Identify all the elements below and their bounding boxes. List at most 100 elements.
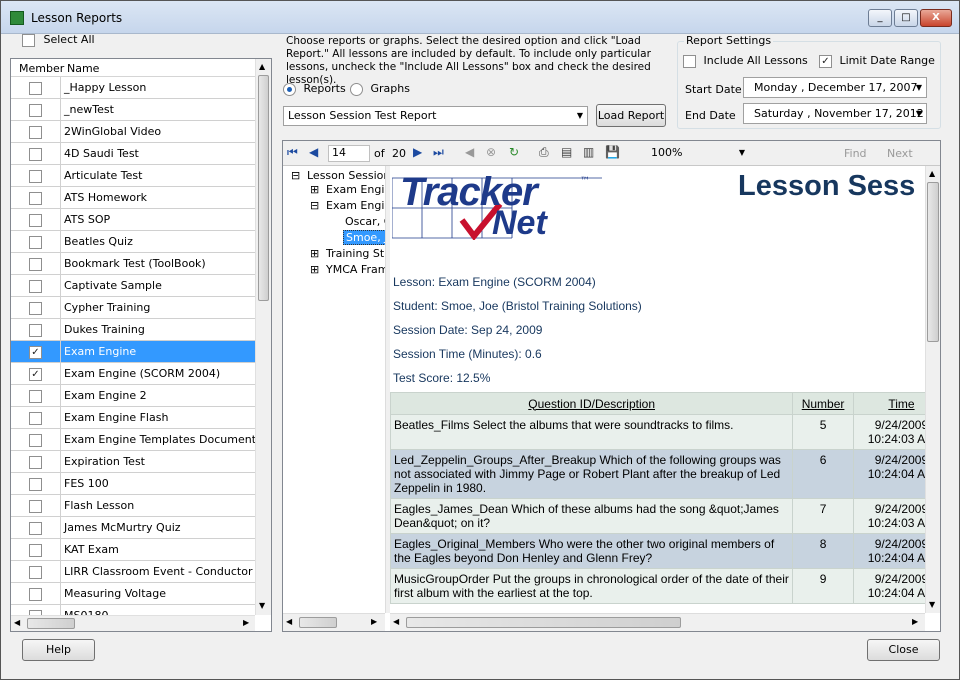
lesson-row[interactable]: FES 100: [11, 473, 255, 495]
lesson-member-cell[interactable]: [11, 429, 61, 450]
report-hscroll[interactable]: ◀ ▶: [390, 613, 925, 631]
lesson-list-hscroll-thumb[interactable]: [27, 618, 75, 629]
header-time[interactable]: Time: [852, 392, 925, 415]
lesson-row[interactable]: LIRR Classroom Event - Conductor Leve: [11, 561, 271, 583]
graphs-radio-dot[interactable]: [350, 82, 363, 96]
print-icon[interactable]: ⎙: [539, 145, 549, 160]
lesson-checkbox[interactable]: [29, 147, 42, 161]
lesson-checkbox[interactable]: [29, 279, 42, 293]
lesson-checkbox[interactable]: ✓: [29, 367, 42, 381]
last-page-icon[interactable]: ⏭: [433, 145, 444, 160]
lesson-row[interactable]: Beatles Quiz: [11, 231, 255, 253]
lesson-checkbox[interactable]: [29, 455, 42, 469]
tree-hscroll-thumb[interactable]: [299, 617, 337, 628]
lesson-member-cell[interactable]: [11, 121, 61, 142]
lesson-member-cell[interactable]: [11, 165, 61, 186]
graphs-radio[interactable]: Graphs: [350, 82, 410, 96]
scroll-left-icon[interactable]: ◀: [393, 617, 399, 626]
document-map-tree[interactable]: ⊟ Lesson Session ⊞ Exam Engin ⊟ Exam Eng…: [283, 166, 385, 613]
lesson-row[interactable]: Flash Lesson: [11, 495, 255, 517]
lesson-checkbox[interactable]: [29, 543, 42, 557]
start-date-picker[interactable]: Monday , December 17, 2007 ▼: [743, 77, 927, 98]
report-vscroll-thumb[interactable]: [927, 182, 939, 342]
lesson-checkbox[interactable]: [29, 411, 42, 425]
scroll-up-icon[interactable]: ▲: [259, 62, 265, 71]
lesson-row[interactable]: ATS SOP: [11, 209, 255, 231]
start-date-dropdown-icon[interactable]: ▼: [916, 78, 922, 97]
select-all-box[interactable]: [22, 33, 35, 47]
scroll-up-icon[interactable]: ▲: [929, 169, 935, 178]
chevron-down-icon[interactable]: ▼: [577, 107, 583, 125]
page-number-input[interactable]: 14: [328, 145, 370, 162]
scroll-right-icon[interactable]: ▶: [243, 618, 249, 627]
lesson-member-cell[interactable]: ✓: [11, 363, 61, 384]
lesson-member-cell[interactable]: [11, 517, 61, 538]
lesson-list-hscroll[interactable]: ◀ ▶: [11, 615, 255, 631]
tree-node[interactable]: Exam Engin: [326, 183, 385, 196]
refresh-icon[interactable]: ↻: [509, 145, 519, 159]
lesson-row[interactable]: ✓ Exam Engine (SCORM 2004): [11, 363, 255, 385]
include-all-checkbox[interactable]: Include All Lessons: [683, 54, 808, 68]
tree-node[interactable]: Training Stu: [326, 247, 385, 260]
scroll-right-icon[interactable]: ▶: [371, 617, 377, 626]
lesson-row[interactable]: ATS Homework: [11, 187, 255, 209]
next-page-icon[interactable]: ▶: [413, 145, 422, 159]
lesson-row[interactable]: Bookmark Test (ToolBook): [11, 253, 255, 275]
lesson-row[interactable]: _Happy Lesson: [11, 77, 255, 99]
lesson-checkbox[interactable]: ✓: [29, 345, 42, 359]
reports-radio-dot[interactable]: [283, 82, 296, 96]
lesson-checkbox[interactable]: [29, 477, 42, 491]
zoom-dropdown-icon[interactable]: ▼: [739, 144, 745, 161]
lesson-member-cell[interactable]: [11, 209, 61, 230]
report-vscroll[interactable]: ▲ ▼: [925, 166, 940, 613]
lesson-checkbox[interactable]: [29, 323, 42, 337]
lesson-member-cell[interactable]: [11, 583, 61, 604]
tree-node[interactable]: Exam Engin: [326, 199, 385, 212]
lesson-row[interactable]: ✓ Exam Engine: [11, 341, 255, 363]
tree-expand-icon[interactable]: ⊞: [310, 183, 319, 196]
print-layout-icon[interactable]: ▤: [561, 145, 572, 159]
tree-root[interactable]: Lesson Session: [307, 169, 385, 182]
minimize-button[interactable]: _: [868, 9, 892, 27]
scroll-down-icon[interactable]: ▼: [259, 601, 265, 610]
lesson-checkbox[interactable]: [29, 257, 42, 271]
next-link[interactable]: Next: [887, 147, 913, 160]
report-hscroll-thumb[interactable]: [406, 617, 681, 628]
lesson-member-cell[interactable]: [11, 451, 61, 472]
find-link[interactable]: Find: [844, 147, 867, 160]
scroll-down-icon[interactable]: ▼: [929, 600, 935, 609]
lesson-row[interactable]: 2WinGlobal Video: [11, 121, 255, 143]
back-icon[interactable]: ◀: [465, 145, 474, 159]
lesson-row[interactable]: Articulate Test: [11, 165, 255, 187]
lesson-member-cell[interactable]: [11, 319, 61, 340]
maximize-button[interactable]: □: [894, 9, 918, 27]
lesson-checkbox[interactable]: [29, 103, 42, 117]
lesson-row[interactable]: Exam Engine 2: [11, 385, 255, 407]
lesson-checkbox[interactable]: [29, 81, 42, 95]
lesson-member-cell[interactable]: [11, 539, 61, 560]
export-icon[interactable]: 💾: [605, 145, 620, 159]
lesson-row[interactable]: James McMurtry Quiz: [11, 517, 255, 539]
lesson-list-vscroll-thumb[interactable]: [258, 75, 269, 301]
lesson-checkbox[interactable]: [29, 125, 42, 139]
lesson-checkbox[interactable]: [29, 521, 42, 535]
lesson-member-cell[interactable]: [11, 561, 61, 582]
header-question[interactable]: Question ID/Description: [390, 392, 794, 415]
close-button[interactable]: Close: [867, 639, 940, 661]
lesson-member-cell[interactable]: [11, 231, 61, 252]
reports-radio[interactable]: Reports: [283, 82, 346, 96]
lesson-checkbox[interactable]: [29, 169, 42, 183]
lesson-row[interactable]: Dukes Training: [11, 319, 255, 341]
lesson-member-cell[interactable]: [11, 143, 61, 164]
lesson-row[interactable]: KAT Exam: [11, 539, 255, 561]
first-page-icon[interactable]: ⏮: [287, 145, 298, 160]
stop-icon[interactable]: ⊗: [486, 145, 496, 159]
tree-node-selected[interactable]: Smoe, J: [343, 230, 385, 245]
lesson-checkbox[interactable]: [29, 389, 42, 403]
end-date-dropdown-icon[interactable]: ▼: [916, 104, 922, 123]
zoom-select[interactable]: 100% ▼: [645, 144, 749, 163]
header-number[interactable]: Number: [792, 392, 854, 415]
lesson-row[interactable]: _newTest: [11, 99, 255, 121]
load-report-button[interactable]: Load Report: [596, 104, 666, 127]
window-close-button[interactable]: X: [920, 9, 952, 27]
